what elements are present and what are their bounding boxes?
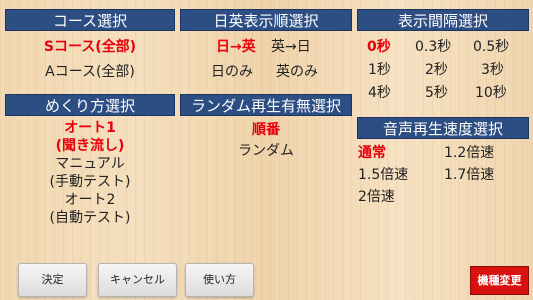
order-option-en-only[interactable]: 英のみ	[276, 61, 318, 81]
howto-button[interactable]: 使い方	[185, 263, 254, 297]
mekuri-option-manual-line2: (手動テスト)	[49, 174, 131, 190]
random-panel: ランダム再生有無選択 順番 ランダム	[180, 94, 352, 164]
order-option-jp-only[interactable]: 日のみ	[211, 61, 253, 81]
interval-option-5[interactable]: 5秒	[425, 82, 448, 102]
course-header: コース選択	[5, 9, 175, 31]
mekuri-header: めくり方選択	[5, 94, 175, 116]
speed-option-1-7[interactable]: 1.7倍速	[444, 164, 494, 184]
mekuri-option-auto1[interactable]: オート1 (聞き流し)	[5, 119, 175, 155]
interval-option-2[interactable]: 2秒	[425, 59, 448, 79]
mekuri-option-manual[interactable]: マニュアル (手動テスト)	[5, 155, 175, 191]
mekuri-option-auto1-line1: オート1	[64, 120, 116, 136]
mekuri-option-manual-line1: マニュアル	[55, 156, 125, 172]
order-option-en-jp[interactable]: 英→日	[271, 36, 311, 56]
interval-panel: 表示間隔選択 0秒 0.3秒 0.5秒 1秒 2秒 3秒 4秒 5秒 10秒	[357, 9, 529, 104]
interval-option-1[interactable]: 1秒	[368, 59, 391, 79]
order-option-jp-en[interactable]: 日→英	[216, 36, 256, 56]
interval-option-4[interactable]: 4秒	[368, 82, 391, 102]
mekuri-option-auto2-line1: オート2	[64, 192, 116, 208]
mekuri-option-auto2-line2: (自動テスト)	[49, 210, 131, 226]
random-option-random[interactable]: ランダム	[180, 140, 352, 160]
random-header: ランダム再生有無選択	[180, 94, 352, 116]
mekuri-option-auto2[interactable]: オート2 (自動テスト)	[5, 191, 175, 227]
speed-option-2[interactable]: 2倍速	[358, 186, 395, 206]
speed-header: 音声再生速度選択	[357, 117, 529, 139]
interval-option-0-3[interactable]: 0.3秒	[415, 36, 451, 56]
mekuri-panel: めくり方選択 オート1 (聞き流し) マニュアル (手動テスト) オート2 (自…	[5, 94, 175, 234]
interval-option-0-5[interactable]: 0.5秒	[473, 36, 509, 56]
interval-option-0[interactable]: 0秒	[367, 36, 391, 56]
ok-button[interactable]: 決定	[18, 263, 87, 297]
course-panel: コース選択 Sコース(全部) Aコース(全部)	[5, 9, 175, 84]
speed-panel: 音声再生速度選択 通常 1.2倍速 1.5倍速 1.7倍速 2倍速	[357, 117, 529, 207]
change-device-button[interactable]: 機種変更	[470, 266, 529, 295]
cancel-button[interactable]: キャンセル	[98, 263, 177, 297]
order-panel: 日英表示順選択 日→英 英→日 日のみ 英のみ	[180, 9, 352, 84]
course-option-a[interactable]: Aコース(全部)	[5, 61, 175, 81]
interval-header: 表示間隔選択	[357, 9, 529, 31]
mekuri-option-auto1-line2: (聞き流し)	[55, 138, 125, 154]
speed-option-normal[interactable]: 通常	[358, 142, 386, 162]
order-header: 日英表示順選択	[180, 9, 352, 31]
interval-option-3[interactable]: 3秒	[481, 59, 504, 79]
course-option-s[interactable]: Sコース(全部)	[5, 36, 175, 56]
speed-option-1-2[interactable]: 1.2倍速	[444, 142, 494, 162]
interval-option-10[interactable]: 10秒	[475, 82, 507, 102]
random-option-order[interactable]: 順番	[180, 119, 352, 139]
speed-option-1-5[interactable]: 1.5倍速	[358, 164, 408, 184]
